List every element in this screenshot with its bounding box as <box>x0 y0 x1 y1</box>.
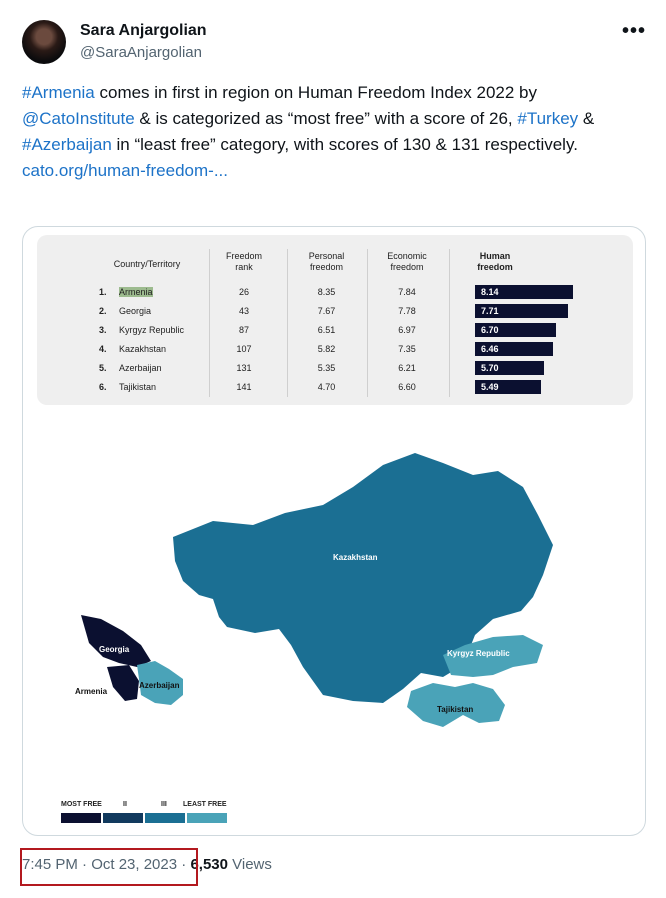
legend-swatch <box>103 813 143 823</box>
tweet-text: #Armenia comes in first in region on Hum… <box>22 80 642 184</box>
map-label-armenia: Armenia <box>75 687 108 696</box>
human-freedom-bar: 5.49 <box>475 380 541 394</box>
row-rank: 87 <box>238 325 249 335</box>
georgia-shape <box>81 615 151 667</box>
header-human: Human freedom <box>477 251 513 272</box>
map-label-kyrgyz: Kyrgyz Republic <box>447 649 510 658</box>
row-economic: 6.97 <box>398 325 416 335</box>
header-country: Country/Territory <box>113 259 181 269</box>
human-freedom-bar: 8.14 <box>475 285 573 299</box>
author-name[interactable]: Sara Anjargolian <box>80 22 207 40</box>
views-label: Views <box>227 856 272 873</box>
map-label-kazakhstan: Kazakhstan <box>333 553 378 562</box>
row-personal: 6.51 <box>317 325 336 335</box>
article-link[interactable]: cato.org/human-freedom-... <box>22 161 228 180</box>
row-economic: 7.84 <box>398 287 416 297</box>
legend-swatch <box>145 813 185 823</box>
tweet-text-part: in “least free” category, with scores of… <box>111 135 578 154</box>
row-personal: 8.35 <box>317 287 336 297</box>
more-options-icon[interactable]: ••• <box>622 20 646 43</box>
row-number: 3. <box>99 325 107 335</box>
row-country: Kyrgyz Republic <box>119 325 185 335</box>
tweet-text-part: & <box>578 109 595 128</box>
human-freedom-bar: 7.71 <box>475 304 568 318</box>
legend-swatch <box>61 813 101 823</box>
legend-least-free: LEAST FREE <box>183 801 227 808</box>
row-rank: 131 <box>236 363 252 373</box>
armenia-shape <box>107 665 139 701</box>
header-economic: Economic freedom <box>387 251 427 272</box>
row-personal: 7.67 <box>317 306 336 316</box>
author-handle[interactable]: @SaraAnjargolian <box>80 44 202 61</box>
human-freedom-bar: 6.70 <box>475 323 556 337</box>
hashtag-azerbaijan[interactable]: #Azerbaijan <box>22 135 112 154</box>
timestamp-highlight-box <box>20 848 198 886</box>
row-economic: 7.35 <box>398 344 416 354</box>
map-label-azerbaijan: Azerbaijan <box>139 681 180 690</box>
row-number: 2. <box>99 306 107 316</box>
row-rank: 107 <box>236 344 252 354</box>
hashtag-armenia[interactable]: #Armenia <box>22 83 95 102</box>
row-economic: 7.78 <box>398 306 416 316</box>
row-economic: 6.60 <box>398 382 416 392</box>
row-personal: 5.82 <box>317 344 336 354</box>
row-number: 4. <box>99 344 107 354</box>
row-personal: 5.35 <box>317 363 336 373</box>
legend-iii: III <box>161 801 167 808</box>
hashtag-turkey[interactable]: #Turkey <box>517 109 578 128</box>
legend-ii: II <box>123 801 127 808</box>
row-number: 5. <box>99 363 107 373</box>
legend-swatch <box>187 813 227 823</box>
row-country: Armenia <box>119 287 153 297</box>
avatar[interactable] <box>22 20 66 64</box>
row-number: 1. <box>99 287 107 297</box>
row-country: Tajikistan <box>119 382 157 392</box>
header-rank: Freedom rank <box>225 251 262 272</box>
map-label-tajikistan: Tajikistan <box>437 705 474 714</box>
row-country: Georgia <box>119 306 152 316</box>
row-rank: 141 <box>236 382 252 392</box>
human-freedom-bar: 6.46 <box>475 342 553 356</box>
legend-most-free: MOST FREE <box>61 801 102 808</box>
human-freedom-bar: 5.70 <box>475 361 544 375</box>
row-number: 6. <box>99 382 107 392</box>
header-personal: Personal freedom <box>308 251 345 272</box>
row-country: Kazakhstan <box>119 344 167 354</box>
row-economic: 6.21 <box>398 363 416 373</box>
mention-catoinstitute[interactable]: @CatoInstitute <box>22 109 135 128</box>
map-label-georgia: Georgia <box>99 645 130 654</box>
central-asia-map <box>81 453 553 727</box>
row-country: Azerbaijan <box>119 363 162 373</box>
row-rank: 43 <box>238 306 249 316</box>
row-rank: 26 <box>238 287 249 297</box>
tweet-text-part: & is categorized as “most free” with a s… <box>134 109 518 128</box>
tweet-image[interactable]: Country/Territory Freedom rank Personal … <box>22 226 646 836</box>
tweet-text-part: comes in first in region on Human Freedo… <box>94 83 537 102</box>
row-personal: 4.70 <box>317 382 336 392</box>
freedom-table: Country/Territory Freedom rank Personal … <box>37 235 633 405</box>
